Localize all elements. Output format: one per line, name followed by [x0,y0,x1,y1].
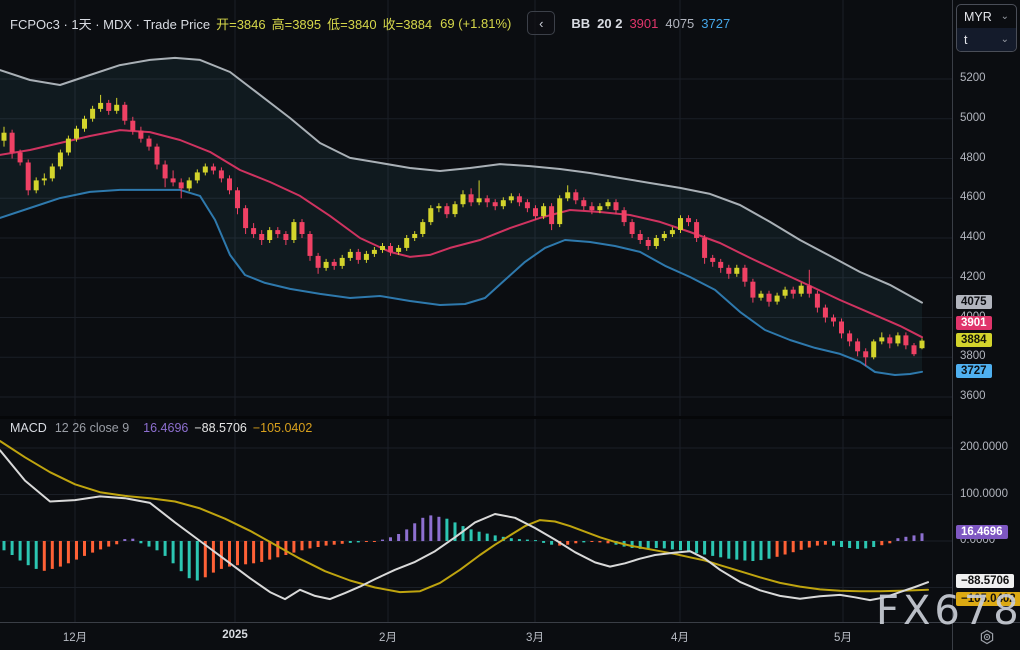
macd-name: MACD [10,421,47,435]
bb-indicator-legend[interactable]: BB 20 2 3901 4075 3727 [571,16,730,31]
bb-lower-value: 3727 [701,16,730,31]
macd-signal-value: −105.0402 [253,421,312,435]
chevron-down-icon: ⌄ [1001,11,1009,22]
unit-label: t [964,33,967,47]
macd-label-badge: −88.5706 [956,574,1014,588]
collapse-legend-button[interactable]: ‹ [527,11,555,35]
currency-label: MYR [964,10,992,24]
macd-indicator-legend[interactable]: MACD 12 26 close 9 16.4696 −88.5706 −105… [10,421,312,435]
ohlc-open: 开=3846 [216,14,266,33]
trading-chart-app: FCPOc3 · 1天 · MDX · Trade Price 开=3846 高… [0,0,1020,650]
price-tick: 4400 [960,231,986,243]
price-label-badge: 3901 [956,316,992,330]
chevron-down-icon: ⌄ [1001,34,1009,45]
price-tick: 4600 [960,191,986,203]
change-value: 69 (+1.81%) [440,16,511,31]
price-label-badge: 4075 [956,295,992,309]
ohlc-low: 低=3840 [327,14,377,33]
macd-params: 12 26 close 9 [55,421,129,435]
macd-label-badge: 16.4696 [956,525,1008,539]
price-label-badge: 3884 [956,333,992,347]
price-tick: 5200 [960,72,986,84]
currency-unit-selector: MYR ⌄ t ⌄ [956,4,1017,52]
ohlc-high: 高=3895 [272,14,322,33]
macd-histogram-value: 16.4696 [143,421,188,435]
macd-tick: 200.0000 [960,441,1008,453]
bb-basis-value: 3901 [629,16,658,31]
time-label-month: 12月 [63,629,87,645]
time-label-month: 3月 [526,629,544,645]
macd-line-value: −88.5706 [194,421,246,435]
time-label-month: 4月 [671,629,689,645]
macd-tick: 100.0000 [960,488,1008,500]
unit-dropdown[interactable]: t ⌄ [957,28,1016,51]
price-axis[interactable]: 520050004800460044004200400038003600200.… [952,0,1020,622]
ohlc-close: 收=3884 [383,14,433,33]
price-tick: 4800 [960,152,986,164]
time-label-month: 5月 [834,629,852,645]
price-label-badge: 3727 [956,364,992,378]
bb-name: BB [571,16,590,31]
price-tick: 3800 [960,350,986,362]
bb-upper-value: 4075 [665,16,694,31]
price-tick: 5000 [960,112,986,124]
time-axis[interactable]: 12月 2025 2月 3月 4月 5月 [0,622,1020,650]
time-label-month: 2月 [379,629,397,645]
price-tick: 4200 [960,271,986,283]
bb-params: 20 2 [597,16,622,31]
chart-canvas[interactable] [0,0,952,622]
time-label-year: 2025 [222,629,248,641]
fx678-watermark: FX678 [876,588,1020,634]
currency-dropdown[interactable]: MYR ⌄ [957,5,1016,28]
symbol-legend[interactable]: FCPOc3 · 1天 · MDX · Trade Price 开=3846 高… [10,11,730,35]
price-tick: 3600 [960,390,986,402]
symbol-title: FCPOc3 · 1天 · MDX · Trade Price [10,14,210,33]
